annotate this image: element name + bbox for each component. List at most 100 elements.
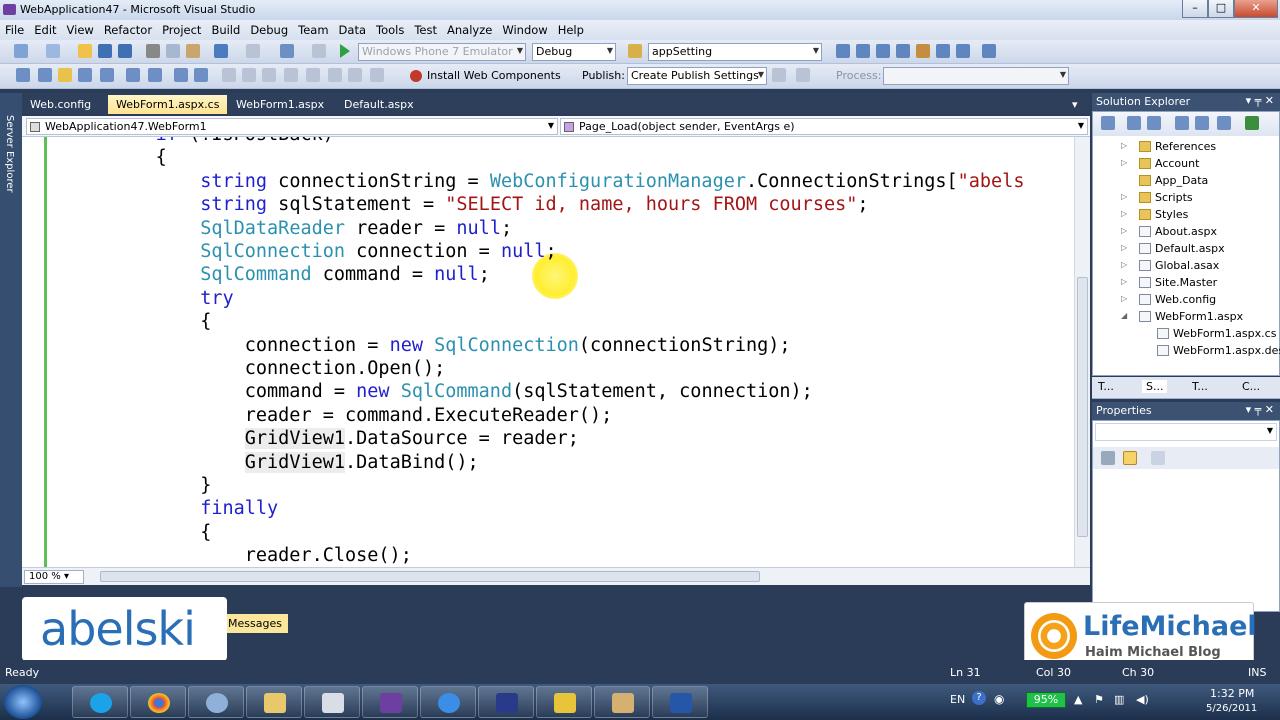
toolbox-icon[interactable] xyxy=(896,44,910,58)
start-button-icon[interactable] xyxy=(4,685,42,719)
indent-icon[interactable] xyxy=(100,68,114,82)
code-line[interactable]: string connectionString = WebConfigurati… xyxy=(22,171,1024,193)
properties-window-icon[interactable] xyxy=(856,44,870,58)
tree-item[interactable]: ▷ Global.asax xyxy=(1093,259,1279,275)
prev-bookmark-folder-icon[interactable] xyxy=(262,68,276,82)
expand-icon[interactable]: ▷ xyxy=(1121,226,1127,235)
tree-item[interactable]: ▷ About.aspx xyxy=(1093,225,1279,241)
menu-help[interactable]: Help xyxy=(553,20,589,37)
tab-web-config[interactable]: Web.config xyxy=(22,95,99,114)
publish-combo[interactable]: Create Publish Settings ▼ xyxy=(627,67,767,85)
code-line[interactable]: GridView1.DataBind(); xyxy=(22,451,479,474)
object-browser-icon[interactable] xyxy=(876,44,890,58)
menu-project[interactable]: Project xyxy=(157,20,206,37)
tree-item[interactable]: ▷ References xyxy=(1093,140,1279,156)
property-pages-icon[interactable] xyxy=(1151,451,1165,465)
window-layout-icon[interactable] xyxy=(982,44,996,58)
publish-web-icon[interactable] xyxy=(772,68,786,82)
close-icon[interactable]: ▾ ╤ ✕ xyxy=(1246,94,1274,107)
extension-manager-icon[interactable] xyxy=(916,44,930,58)
class-view-icon[interactable] xyxy=(38,68,52,82)
language-indicator[interactable]: EN xyxy=(950,693,965,706)
code-line[interactable]: connection.Open(); xyxy=(22,358,446,380)
process-combo[interactable]: ▼ xyxy=(883,67,1069,85)
expand-icon[interactable]: ▷ xyxy=(1121,260,1127,269)
tab-webform1-aspx[interactable]: WebForm1.aspx xyxy=(228,95,332,114)
help-icon[interactable]: ? xyxy=(972,691,986,705)
app-taskbar-button[interactable] xyxy=(188,686,244,718)
copy-icon[interactable] xyxy=(166,44,180,58)
app2-taskbar-button[interactable] xyxy=(536,686,592,718)
tab-webform1-aspx-cs[interactable]: WebForm1.aspx.cs xyxy=(108,95,228,114)
tree-item[interactable]: ▷ Styles xyxy=(1093,208,1279,224)
chrome-taskbar-button[interactable] xyxy=(130,686,186,718)
close-button[interactable]: ✕ xyxy=(1234,0,1278,18)
code-line[interactable]: { xyxy=(22,147,167,169)
add-item-icon[interactable] xyxy=(46,44,60,58)
tree-item[interactable]: ▷ Web.config xyxy=(1093,293,1279,309)
menu-view[interactable]: View xyxy=(62,20,99,37)
paste-icon[interactable] xyxy=(186,44,200,58)
new-project-icon[interactable] xyxy=(14,44,28,58)
tab-messages[interactable]: Messages xyxy=(222,614,288,633)
tree-item[interactable]: App_Data xyxy=(1093,174,1279,190)
clock-time[interactable]: 1:32 PM xyxy=(1210,687,1254,700)
show-all-files-icon[interactable] xyxy=(1127,116,1141,130)
maximize-button[interactable]: □ xyxy=(1208,0,1234,18)
code-line[interactable]: SqlDataReader reader = null; xyxy=(22,218,512,240)
media-taskbar-button[interactable] xyxy=(478,686,534,718)
notepad-taskbar-button[interactable] xyxy=(304,686,360,718)
tray-icon[interactable]: ◉ xyxy=(994,692,1004,706)
tab-team-explorer[interactable]: T... xyxy=(1192,380,1208,393)
volume-icon[interactable]: ◀) xyxy=(1136,693,1149,706)
start-page-icon[interactable] xyxy=(936,44,950,58)
code-line[interactable]: reader.Close(); xyxy=(22,545,412,567)
menu-test[interactable]: Test xyxy=(409,20,442,37)
zoom-combo[interactable]: 100 % ▾ xyxy=(24,570,84,584)
code-line[interactable]: { xyxy=(22,311,211,333)
code-line[interactable]: GridView1.DataSource = reader; xyxy=(22,428,579,450)
tree-item[interactable]: ▷ Site.Master xyxy=(1093,276,1279,292)
solution-explorer-icon[interactable] xyxy=(836,44,850,58)
clock-date[interactable]: 5/26/2011 xyxy=(1206,703,1257,714)
expand-icon[interactable]: ▷ xyxy=(1121,294,1127,303)
publish-options-icon[interactable] xyxy=(796,68,810,82)
view-class-diagram-icon[interactable] xyxy=(1217,116,1231,130)
code-line[interactable]: command = new SqlCommand(sqlStatement, c… xyxy=(22,381,813,403)
prev-bookmark-icon[interactable] xyxy=(222,68,236,82)
expand-icon[interactable]: ▷ xyxy=(1121,277,1127,286)
bookmark-icon[interactable] xyxy=(194,68,208,82)
tab-solution-explorer[interactable]: S... xyxy=(1142,380,1168,393)
code-line[interactable]: { xyxy=(22,522,211,544)
tree-item[interactable]: ▷ Account xyxy=(1093,157,1279,173)
find-combo[interactable]: appSetting ▼ xyxy=(648,43,822,61)
tree-item[interactable]: WebForm1.aspx.cs xyxy=(1093,327,1279,343)
tab-class-view[interactable]: C... xyxy=(1242,380,1260,393)
save-all-icon[interactable] xyxy=(118,44,132,58)
code-line[interactable]: connection = new SqlConnection(connectio… xyxy=(22,335,791,357)
view-code-icon[interactable] xyxy=(1175,116,1189,130)
comment-icon[interactable] xyxy=(148,68,162,82)
menu-file[interactable]: File xyxy=(0,20,29,37)
close-icon[interactable]: ▾ ╤ ✕ xyxy=(1246,403,1274,416)
zoom-icon[interactable] xyxy=(370,68,384,82)
battery-indicator[interactable]: 95% xyxy=(1026,692,1066,708)
refresh-icon[interactable] xyxy=(1147,116,1161,130)
skype-taskbar-button[interactable] xyxy=(72,686,128,718)
menu-refactor[interactable]: Refactor xyxy=(99,20,157,37)
flag-icon[interactable]: ⚑ xyxy=(1094,693,1104,706)
clear-bookmarks-icon[interactable] xyxy=(306,68,320,82)
code-line[interactable]: SqlCommand command = null; xyxy=(22,264,490,286)
cut-icon[interactable] xyxy=(146,44,160,58)
code-line[interactable]: reader = command.ExecuteReader(); xyxy=(22,405,613,427)
visual-studio-taskbar-button[interactable] xyxy=(362,686,418,718)
categorized-icon[interactable] xyxy=(1101,451,1115,465)
properties-object-combo[interactable]: ▼ xyxy=(1095,423,1277,441)
server-explorer-strip[interactable]: Server Explorer xyxy=(0,93,22,660)
code-line[interactable]: SqlConnection connection = null; xyxy=(22,241,556,263)
menu-window[interactable]: Window xyxy=(497,20,552,37)
menu-edit[interactable]: Edit xyxy=(29,20,61,37)
tree-item[interactable]: WebForm1.aspx.designer.cs xyxy=(1093,344,1280,360)
find-in-files-icon[interactable] xyxy=(628,44,642,58)
rename-icon[interactable] xyxy=(328,68,342,82)
